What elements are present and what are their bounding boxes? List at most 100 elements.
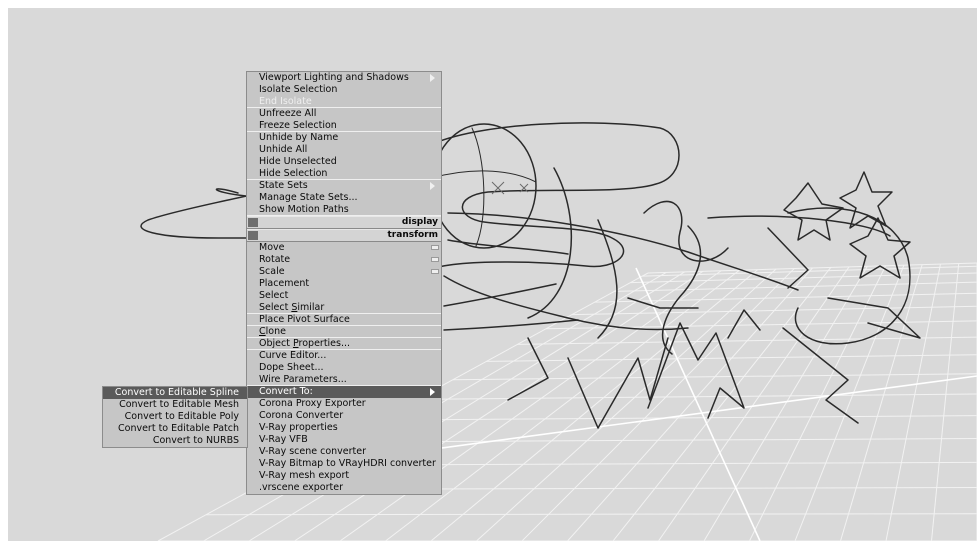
- menu-item-unhide-all[interactable]: Unhide All: [247, 144, 441, 156]
- menu-item-label: V-Ray Bitmap to VRayHDRI converter: [259, 458, 436, 469]
- menu-item-vray-properties[interactable]: V-Ray properties: [247, 422, 441, 434]
- menu-item-vray-bitmap-to-vrayhdri-converter[interactable]: V-Ray Bitmap to VRayHDRI converter: [247, 458, 441, 470]
- quad-header-display[interactable]: display: [247, 216, 441, 229]
- grid-line: [430, 269, 758, 541]
- menu-item-label: Scale: [259, 266, 285, 277]
- submenu-item-convert-to-editable-poly[interactable]: Convert to Editable Poly: [103, 411, 247, 423]
- selection-markers: [491, 181, 529, 195]
- menu-item-end-isolate: End Isolate: [247, 96, 441, 108]
- menu-item-clone[interactable]: Clone: [247, 326, 441, 338]
- settings-box-icon[interactable]: [431, 245, 439, 250]
- menu-item-state-sets[interactable]: State Sets: [247, 180, 441, 192]
- menu-item-label: Unfreeze All: [259, 108, 317, 119]
- menu-item-unfreeze-all[interactable]: Unfreeze All: [247, 108, 441, 120]
- menu-item-label: .vrscene exporter: [259, 482, 343, 493]
- menu-item-label: Corona Converter: [259, 410, 344, 421]
- quad-menu: Viewport Lighting and Shadows Isolate Se…: [246, 71, 442, 495]
- menu-item-label: Unhide All: [259, 144, 308, 155]
- grid-line: [614, 281, 977, 292]
- menu-item-label: imilar: [297, 302, 325, 313]
- grid-line: [840, 264, 923, 541]
- grid-line: [594, 292, 977, 303]
- quad-header-transform[interactable]: transform: [247, 229, 441, 242]
- menu-item-label: Move: [259, 242, 285, 253]
- submenu-item-convert-to-editable-mesh[interactable]: Convert to Editable Mesh: [103, 399, 247, 411]
- menu-item-object-properties[interactable]: Object Properties...: [247, 338, 441, 350]
- settings-box-icon[interactable]: [431, 269, 439, 274]
- menu-item-label: State Sets: [259, 180, 308, 191]
- perspective-viewport[interactable]: [8, 8, 977, 541]
- menu-item-label: Object: [259, 338, 293, 349]
- menu-item-vray-scene-converter[interactable]: V-Ray scene converter: [247, 446, 441, 458]
- menu-item-show-motion-paths[interactable]: Show Motion Paths: [247, 204, 441, 216]
- grid-line: [476, 268, 777, 541]
- menu-item-scale[interactable]: Scale: [247, 266, 441, 278]
- menu-item-label: Convert To:: [259, 386, 313, 397]
- menu-item-label: Convert to Editable Mesh: [119, 399, 239, 410]
- convert-to-submenu: Convert to Editable Spline Convert to Ed…: [102, 386, 248, 448]
- menu-item-vray-vfb[interactable]: V-Ray VFB: [247, 434, 441, 446]
- menu-item-label: V-Ray mesh export: [259, 470, 350, 481]
- submenu-arrow-icon: [430, 74, 435, 82]
- menu-item-label: Hide Selection: [259, 168, 328, 179]
- submenu-item-convert-to-nurbs[interactable]: Convert to NURBS: [103, 435, 247, 447]
- menu-item-label: roperties...: [298, 338, 351, 349]
- menu-item-hide-unselected[interactable]: Hide Unselected: [247, 156, 441, 168]
- submenu-arrow-icon: [430, 388, 435, 396]
- menu-item-label: Convert to Editable Spline: [114, 387, 239, 398]
- menu-item-manage-state-sets[interactable]: Manage State Sets...: [247, 192, 441, 204]
- menu-item-isolate-selection[interactable]: Isolate Selection: [247, 84, 441, 96]
- grid-line: [416, 393, 977, 400]
- menu-item-label: V-Ray VFB: [259, 434, 308, 445]
- menu-item-label: Select: [259, 302, 292, 313]
- menu-item-label: End Isolate: [259, 96, 312, 107]
- grid-line: [885, 264, 941, 541]
- grid-line: [452, 373, 977, 381]
- menu-item-corona-proxy-exporter[interactable]: Corona Proxy Exporter: [247, 398, 441, 410]
- menu-item-rotate[interactable]: Rotate: [247, 254, 441, 266]
- menu-item-label: Convert to Editable Poly: [124, 411, 239, 422]
- grid-line: [571, 305, 977, 316]
- menu-item-label: Rotate: [259, 254, 291, 265]
- menu-item-hotkey-letter: C: [259, 326, 266, 337]
- quad-color-swatch-icon: [248, 218, 258, 227]
- grid-line: [931, 263, 960, 541]
- submenu-item-convert-to-editable-spline[interactable]: Convert to Editable Spline: [103, 387, 247, 399]
- grid-line: [517, 336, 977, 345]
- menu-item-label: Freeze Selection: [259, 120, 337, 131]
- menu-item-wire-parameters[interactable]: Wire Parameters...: [247, 374, 441, 386]
- menu-item-place-pivot-surface[interactable]: Place Pivot Surface: [247, 314, 441, 326]
- menu-item-select[interactable]: Select: [247, 290, 441, 302]
- menu-item-label: Wire Parameters...: [259, 374, 347, 385]
- menu-item-label: Place Pivot Surface: [259, 314, 350, 325]
- menu-item-label: Manage State Sets...: [259, 192, 358, 203]
- quad-color-swatch-icon: [248, 231, 258, 240]
- submenu-item-convert-to-editable-patch[interactable]: Convert to Editable Patch: [103, 423, 247, 435]
- menu-item-freeze-selection[interactable]: Freeze Selection: [247, 120, 441, 132]
- menu-item-label: Curve Editor...: [259, 350, 327, 361]
- grid-line: [486, 354, 977, 362]
- submenu-arrow-icon: [430, 182, 435, 190]
- menu-item-label: lone: [265, 326, 286, 337]
- menu-item-label: Select: [259, 290, 289, 301]
- menu-item-hide-selection[interactable]: Hide Selection: [247, 168, 441, 180]
- menu-item-vrscene-exporter[interactable]: .vrscene exporter: [247, 482, 441, 494]
- menu-item-label: Convert to NURBS: [152, 435, 239, 446]
- menu-item-select-similar[interactable]: Select Similar: [247, 302, 441, 314]
- menu-item-viewport-lighting-and-shadows[interactable]: Viewport Lighting and Shadows: [247, 72, 441, 84]
- menu-item-corona-converter[interactable]: Corona Converter: [247, 410, 441, 422]
- menu-item-curve-editor[interactable]: Curve Editor...: [247, 350, 441, 362]
- quad-header-label: display: [401, 217, 438, 227]
- menu-item-vray-mesh-export[interactable]: V-Ray mesh export: [247, 470, 441, 482]
- menu-item-dope-sheet[interactable]: Dope Sheet...: [247, 362, 441, 374]
- settings-box-icon[interactable]: [431, 257, 439, 262]
- menu-item-placement[interactable]: Placement: [247, 278, 441, 290]
- menu-item-convert-to[interactable]: Convert To:: [247, 386, 441, 398]
- grid-line: [703, 266, 868, 541]
- menu-item-unhide-by-name[interactable]: Unhide by Name: [247, 132, 441, 144]
- menu-item-label: V-Ray properties: [259, 422, 338, 433]
- menu-item-move[interactable]: Move: [247, 242, 441, 254]
- grid-line: [545, 320, 977, 330]
- viewport-scene[interactable]: [8, 8, 977, 541]
- menu-item-label: Dope Sheet...: [259, 362, 324, 373]
